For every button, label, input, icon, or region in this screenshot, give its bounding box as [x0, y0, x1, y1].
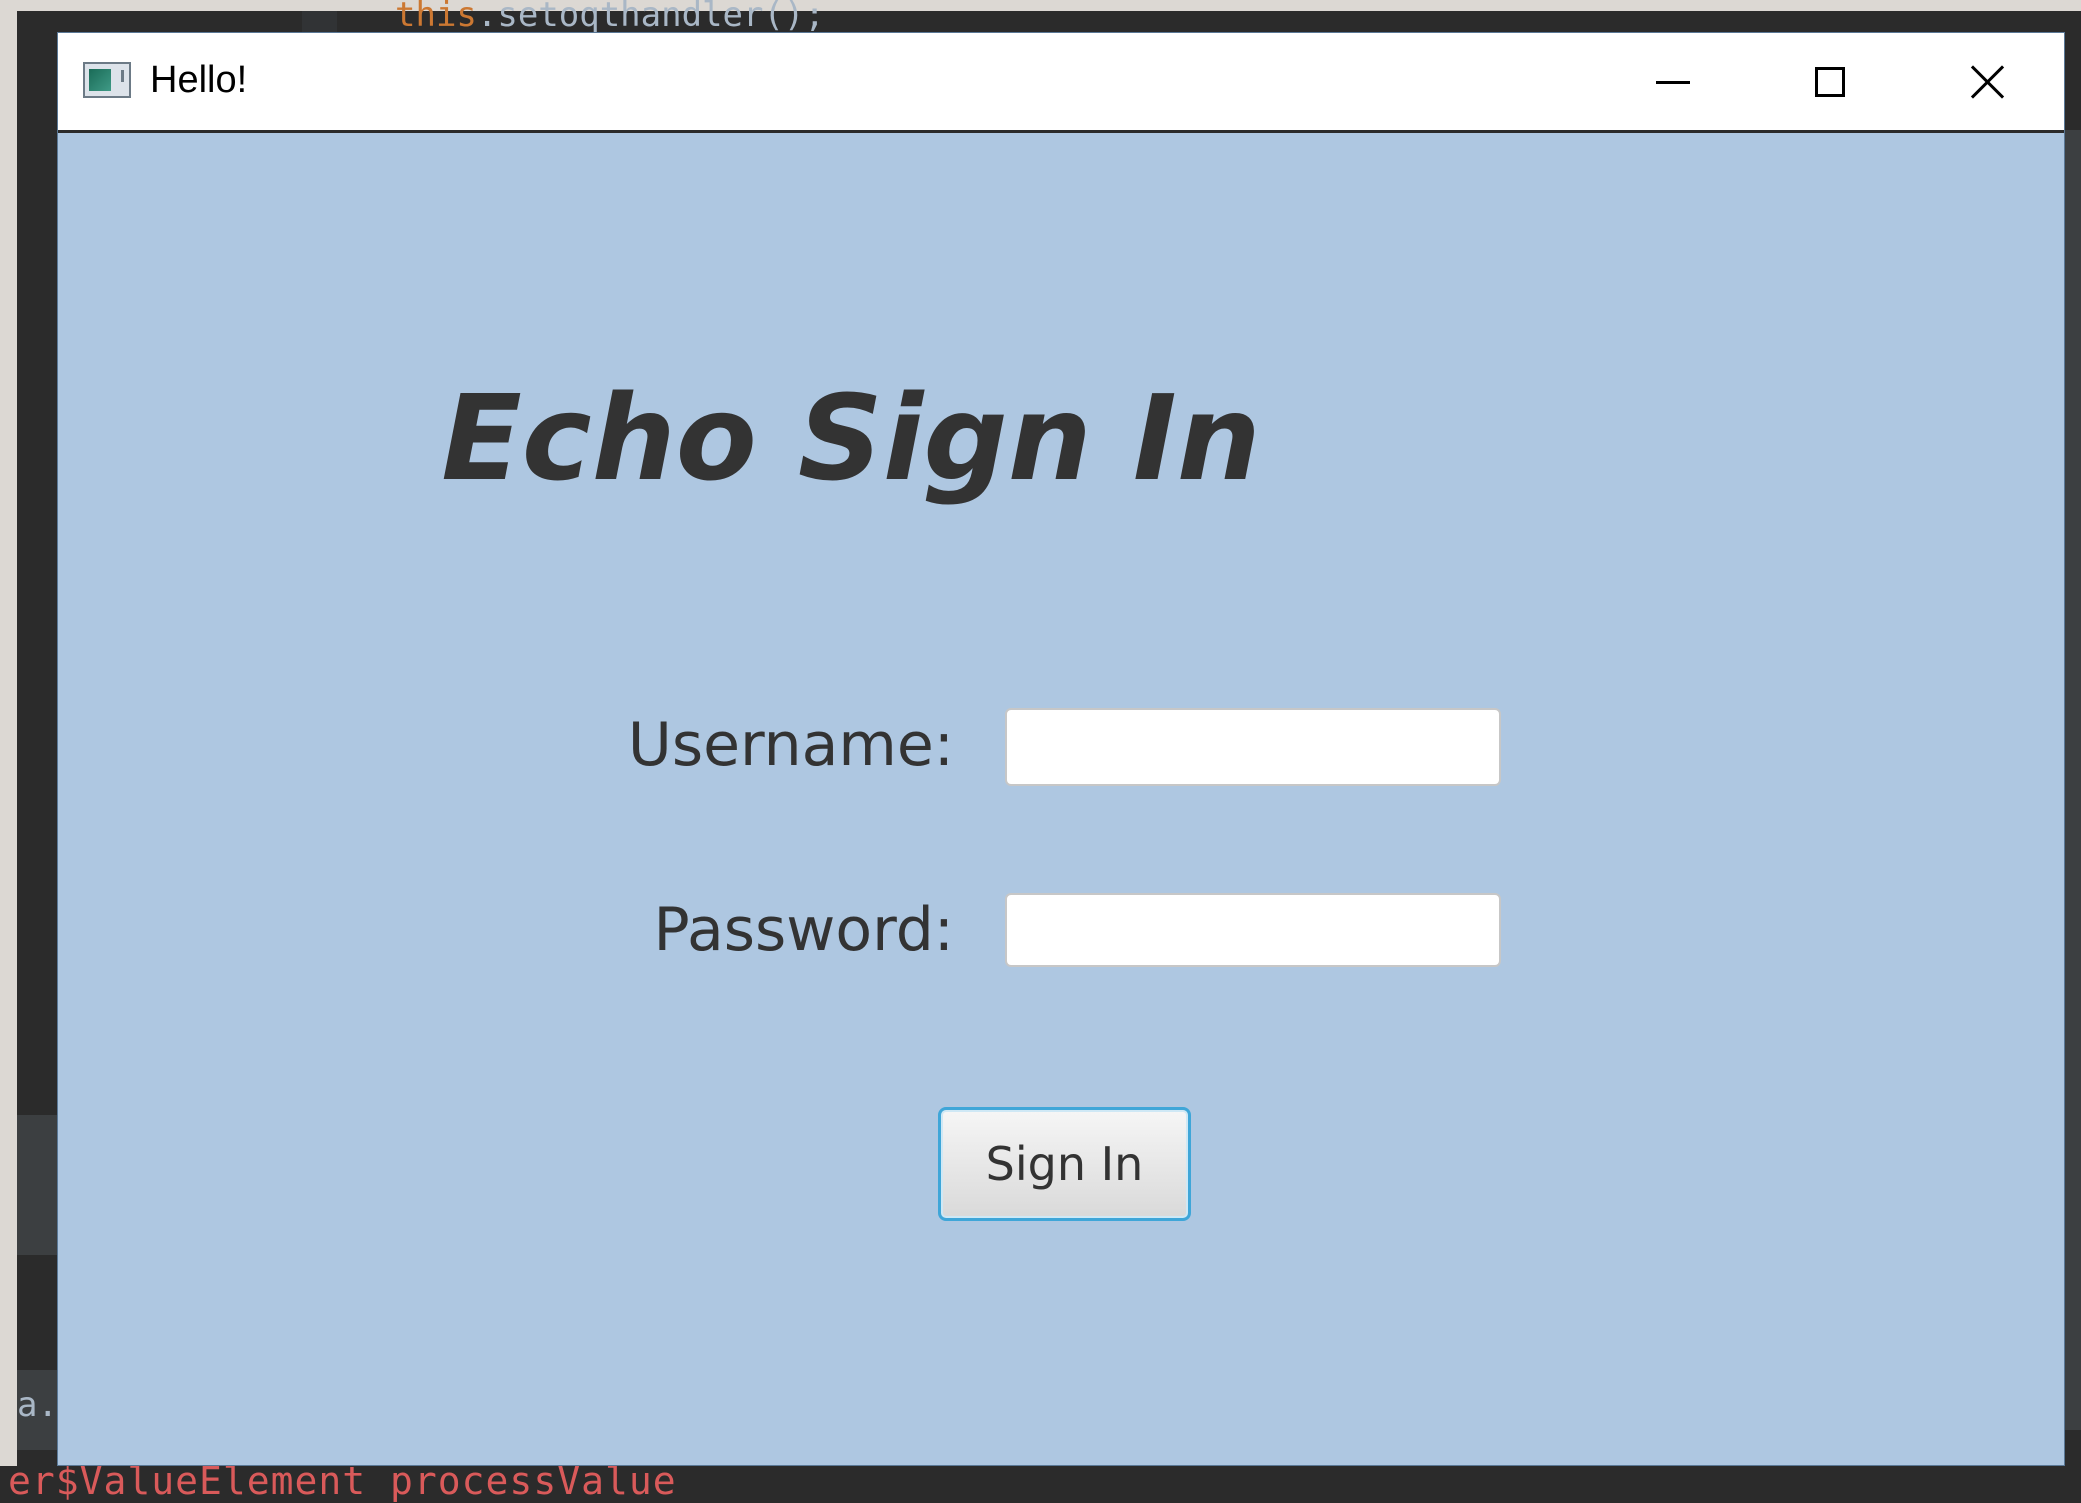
sign-in-button[interactable]: Sign In [938, 1107, 1191, 1221]
code-call: .setoqthandler(); [476, 0, 825, 35]
desktop-left-strip [0, 0, 17, 1502]
title-bar[interactable]: Hello! [58, 33, 2064, 133]
sign-in-form: Echo Sign In Username: Password: Sign In [58, 133, 2064, 1465]
ide-left-text: a. [17, 1385, 58, 1425]
password-field[interactable] [1005, 893, 1501, 967]
close-icon [1970, 64, 2006, 100]
password-label: Password: [653, 895, 954, 965]
window-title: Hello! [150, 59, 248, 101]
minimize-icon [1656, 80, 1690, 84]
minimize-button[interactable] [1618, 43, 1728, 121]
maximize-icon [1815, 67, 1845, 97]
page-title: Echo Sign In [441, 369, 1261, 507]
ide-right-panel [2064, 130, 2081, 1430]
ide-left-panel-top [17, 1115, 59, 1255]
close-button[interactable] [1933, 43, 2043, 121]
maximize-button[interactable] [1775, 43, 1885, 121]
username-label: Username: [627, 710, 954, 780]
background-code-line: this.setoqthandler(); [395, 0, 825, 34]
desktop-top-strip [0, 0, 2081, 11]
app-window: Hello! Echo Sign In Username: Password: … [57, 32, 2065, 1466]
code-keyword: this [395, 0, 477, 35]
java-app-icon [83, 62, 131, 98]
username-field[interactable] [1005, 708, 1501, 786]
